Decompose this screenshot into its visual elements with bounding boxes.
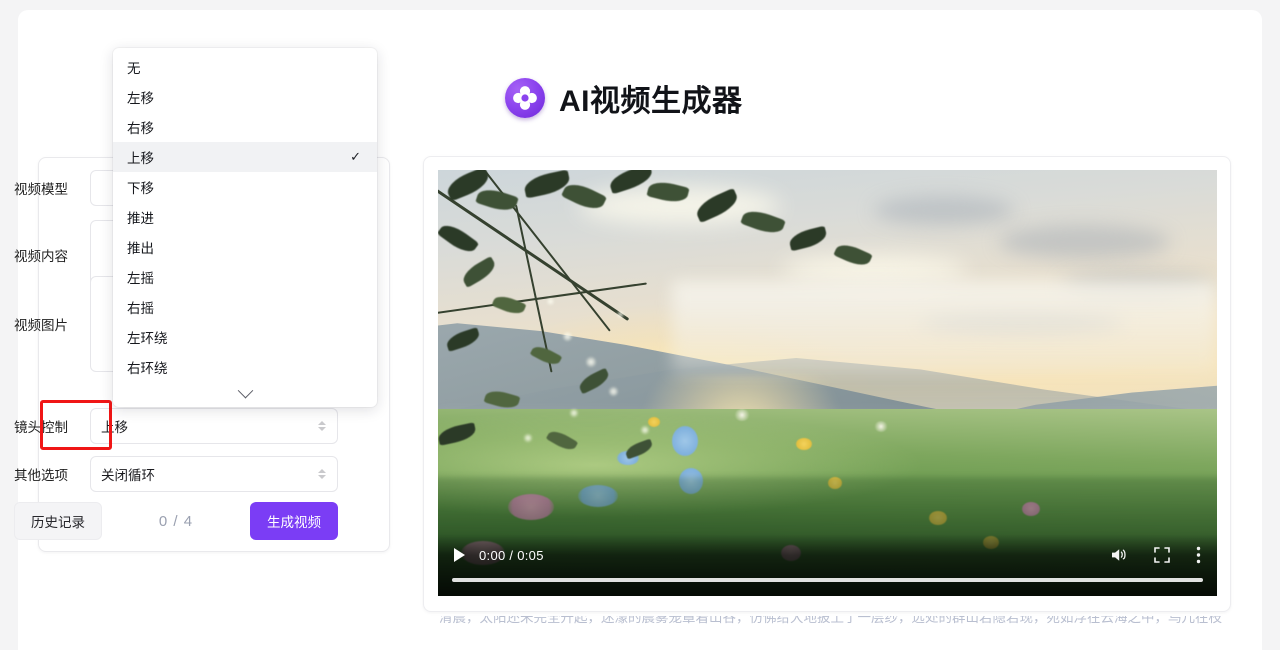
volume-icon[interactable] [1110, 547, 1128, 563]
kebab-menu-icon[interactable] [1196, 546, 1201, 564]
flower [734, 408, 751, 421]
dropdown-option-label: 左环绕 [127, 331, 168, 346]
label-video-model: 视频模型 [14, 182, 68, 197]
cloud [874, 195, 1015, 226]
video-controls-right [1110, 546, 1217, 564]
bokeh-light [640, 425, 649, 434]
video-controls-row: 0:00 / 0:05 [438, 542, 1217, 568]
chevron-updown-icon [317, 465, 327, 483]
label-camera-control: 镜头控制 [14, 420, 68, 435]
dropdown-option-label: 左摇 [127, 271, 154, 286]
form-row-camera-control: 镜头控制 上移 [14, 408, 338, 444]
video-progress-bar[interactable] [452, 578, 1203, 582]
chevron-down-icon [237, 382, 253, 398]
label-video-content: 视频内容 [14, 249, 68, 264]
value-other-options: 关闭循环 [101, 468, 155, 483]
clover-logo-icon [505, 78, 545, 118]
meadow-mist [671, 280, 1217, 375]
dropdown-option-label: 右环绕 [127, 361, 168, 376]
dropdown-option-0[interactable]: 无 [113, 52, 377, 82]
dropdown-option-1[interactable]: 左移 [113, 82, 377, 112]
select-other-options[interactable]: 关闭循环 [90, 456, 338, 492]
label-video-image: 视频图片 [14, 318, 68, 333]
dropdown-option-6[interactable]: 推出 [113, 232, 377, 262]
dropdown-option-label: 右摇 [127, 301, 154, 316]
bokeh-light [570, 408, 579, 417]
dropdown-option-4[interactable]: 下移 [113, 172, 377, 202]
bokeh-light [617, 310, 625, 318]
camera-control-dropdown[interactable]: 无 左移 右移 上移 ✓ 下移 推进 推出 左摇 右摇 左环绕 右环绕 [113, 48, 377, 407]
dropdown-option-label: 无 [127, 61, 141, 76]
history-button[interactable]: 历史记录 [14, 502, 102, 540]
app-header: AI视频生成器 [505, 76, 743, 120]
generate-video-button[interactable]: 生成视频 [250, 502, 338, 540]
check-icon: ✓ [350, 149, 361, 164]
dropdown-option-10[interactable]: 右环绕 [113, 352, 377, 382]
video-caption-area: 清晨，太阳还未完全升起，迷濛的晨雾笼罩着山谷，仿佛给大地披上了一层纱，远处的群山… [423, 616, 1231, 650]
video-controls: 0:00 / 0:05 [438, 534, 1217, 596]
form-actions: 历史记录 0 / 4 生成视频 [14, 502, 338, 540]
bokeh-light [562, 331, 572, 341]
flower [671, 425, 698, 456]
video-player[interactable]: 0:00 / 0:05 [438, 170, 1217, 596]
dropdown-option-7[interactable]: 左摇 [113, 262, 377, 292]
dropdown-option-label: 推出 [127, 241, 154, 256]
app-root: AI视频生成器 视频模型 视频内容 视频图片 镜头控制 上移 其他选项 关闭循环 [0, 0, 1280, 650]
select-camera-control[interactable]: 上移 [90, 408, 338, 444]
video-frame [438, 170, 1217, 596]
dropdown-option-5[interactable]: 推进 [113, 202, 377, 232]
generation-counter: 0 / 4 [158, 512, 194, 530]
bokeh-light [547, 297, 555, 305]
dropdown-option-label: 下移 [127, 181, 154, 196]
video-time-display: 0:00 / 0:05 [479, 547, 544, 563]
page-title: AI视频生成器 [559, 85, 743, 118]
form-row-other-options: 其他选项 关闭循环 [14, 456, 338, 492]
dropdown-option-3-selected[interactable]: 上移 ✓ [113, 142, 377, 172]
chevron-updown-icon [317, 417, 327, 435]
dropdown-option-label: 推进 [127, 211, 154, 226]
dropdown-option-label: 右移 [127, 121, 154, 136]
dropdown-option-8[interactable]: 右摇 [113, 292, 377, 322]
dropdown-scroll-down-button[interactable] [113, 379, 377, 407]
dropdown-option-9[interactable]: 左环绕 [113, 322, 377, 352]
dropdown-option-2[interactable]: 右移 [113, 112, 377, 142]
value-camera-control: 上移 [101, 420, 128, 435]
video-controls-left: 0:00 / 0:05 [438, 548, 544, 563]
bokeh-light [523, 434, 532, 443]
label-other-options: 其他选项 [14, 468, 68, 483]
video-caption-text: 清晨，太阳还未完全升起，迷濛的晨雾笼罩着山谷，仿佛给大地披上了一层纱，远处的群山… [439, 616, 1222, 625]
dropdown-option-label: 上移 [127, 151, 154, 166]
fullscreen-icon[interactable] [1154, 547, 1170, 563]
dropdown-option-label: 左移 [127, 91, 154, 106]
play-icon[interactable] [454, 548, 465, 562]
